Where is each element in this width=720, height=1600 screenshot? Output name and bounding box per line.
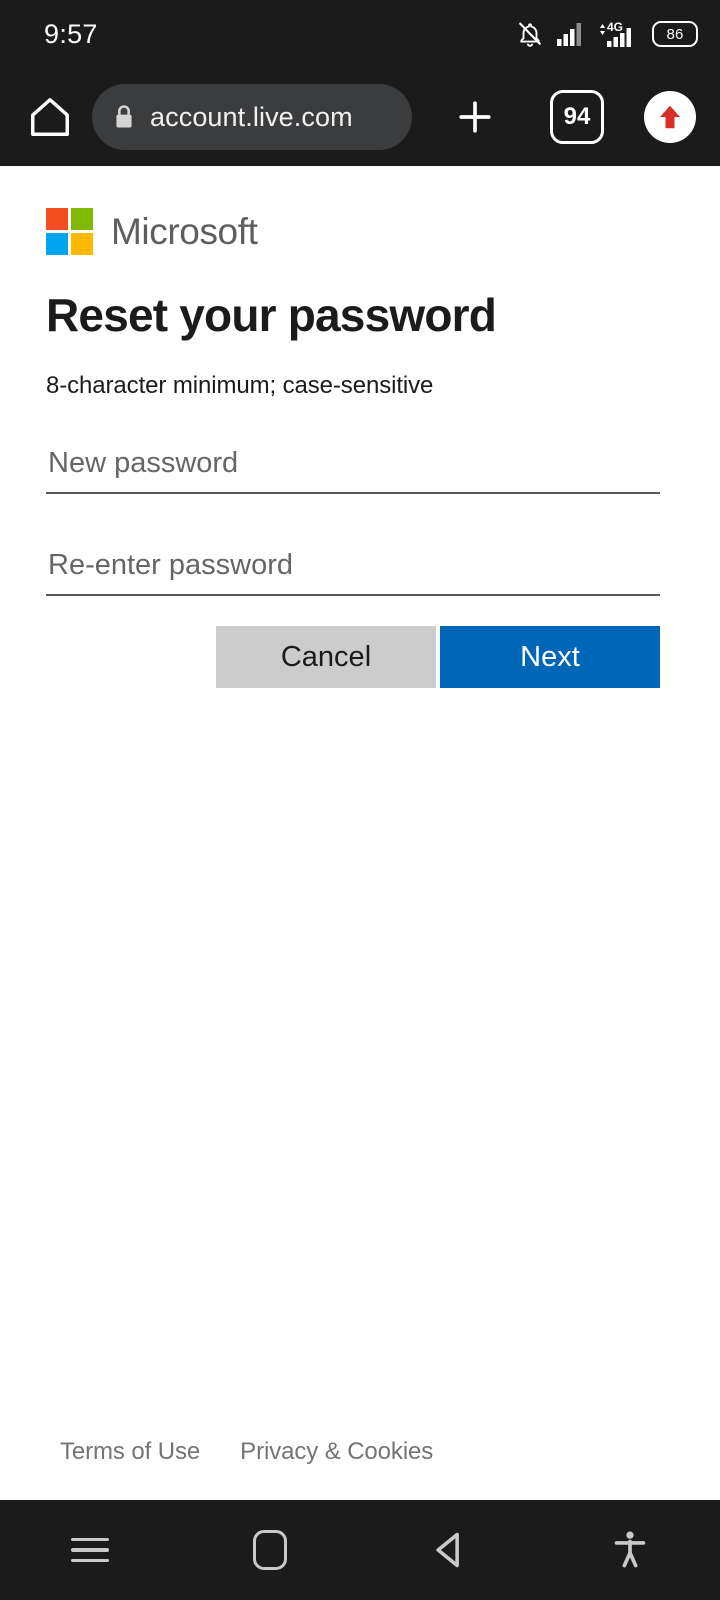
reenter-password-input[interactable] <box>46 536 660 594</box>
recents-icon <box>71 1537 109 1563</box>
page-subtitle: 8-character minimum; case-sensitive <box>46 372 434 399</box>
4g-data-icon: 4G <box>597 19 639 49</box>
url-bar[interactable]: account.live.com <box>92 84 412 150</box>
tab-count-label: 94 <box>563 103 591 130</box>
home-square-icon <box>253 1530 287 1570</box>
url-text: account.live.com <box>150 101 353 132</box>
home-button[interactable] <box>22 89 78 145</box>
page-title: Reset your password <box>46 289 497 341</box>
plus-icon <box>453 95 497 139</box>
recents-button[interactable] <box>0 1537 180 1563</box>
new-tab-button[interactable] <box>440 82 510 152</box>
form-actions: Cancel Next <box>46 626 660 688</box>
svg-text:4G: 4G <box>607 20 623 34</box>
home-icon <box>27 94 73 140</box>
microsoft-logo: Microsoft <box>46 208 258 255</box>
status-icon-group: 4G 86 <box>517 19 698 49</box>
phone-screen: 9:57 4G 86 account.live.com 94 Microsoft… <box>0 0 720 1600</box>
status-clock: 9:57 <box>44 18 98 49</box>
browser-toolbar: account.live.com 94 <box>0 68 720 166</box>
home-nav-button[interactable] <box>180 1530 360 1570</box>
notifications-muted-icon <box>517 20 543 48</box>
battery-level: 86 <box>666 25 684 43</box>
web-page-content: Microsoft Reset your password 8-characte… <box>0 166 720 1500</box>
terms-of-use-link[interactable]: Terms of Use <box>60 1438 200 1466</box>
battery-icon: 86 <box>652 21 698 47</box>
microsoft-logo-icon <box>46 208 93 255</box>
new-password-input[interactable] <box>46 434 660 492</box>
accessibility-button[interactable] <box>540 1530 720 1570</box>
microsoft-wordmark: Microsoft <box>111 210 258 252</box>
new-password-field[interactable] <box>46 434 660 494</box>
signal-bars-icon <box>556 21 584 47</box>
privacy-cookies-link[interactable]: Privacy & Cookies <box>240 1438 433 1466</box>
reenter-password-underline <box>46 594 660 596</box>
back-triangle-icon <box>432 1531 468 1569</box>
new-password-underline <box>46 492 660 494</box>
upload-arrow-icon <box>655 102 685 132</box>
lock-icon <box>112 103 136 131</box>
android-navigation-bar <box>0 1500 720 1600</box>
next-button[interactable]: Next <box>440 626 660 688</box>
back-button[interactable] <box>360 1531 540 1569</box>
reenter-password-field[interactable] <box>46 536 660 596</box>
page-footer: Terms of Use Privacy & Cookies <box>60 1438 433 1466</box>
accessibility-icon <box>613 1530 647 1570</box>
upload-button[interactable] <box>644 91 696 143</box>
cancel-button[interactable]: Cancel <box>216 626 436 688</box>
tab-switcher-button[interactable]: 94 <box>550 90 604 144</box>
status-bar: 9:57 4G 86 <box>0 0 720 68</box>
